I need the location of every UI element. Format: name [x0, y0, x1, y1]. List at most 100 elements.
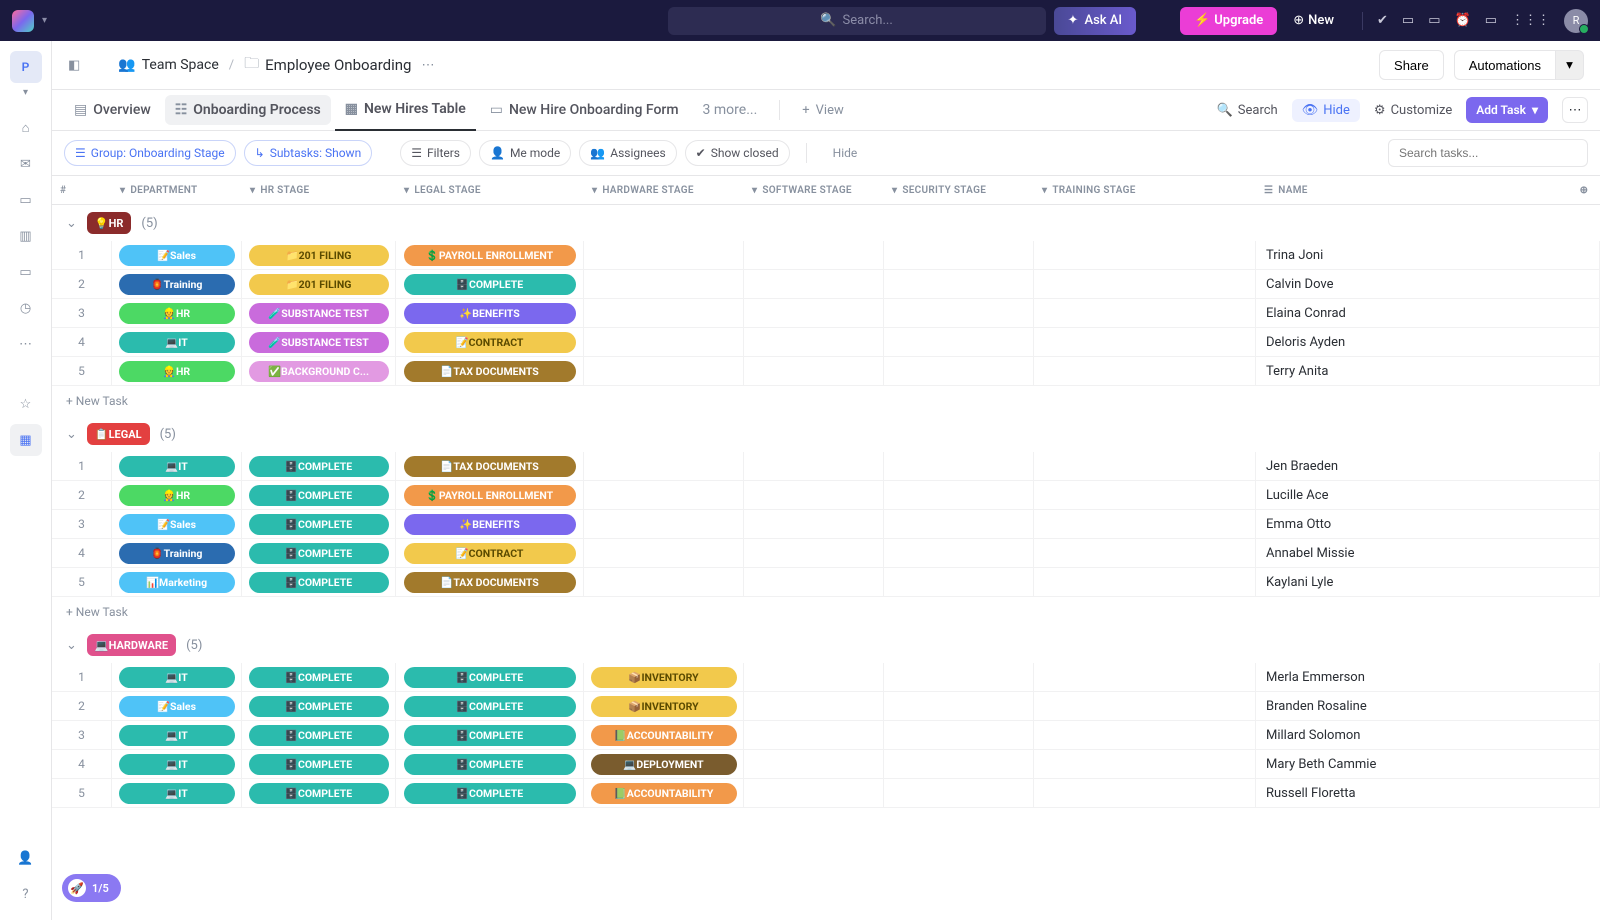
add-task-button[interactable]: Add Task▾ — [1466, 97, 1548, 123]
check-circle-icon[interactable]: ✔ — [1377, 13, 1388, 28]
notepad-icon[interactable]: ▭ — [1485, 13, 1497, 28]
status-pill[interactable]: 💲PAYROLL ENROLLMENT — [404, 245, 576, 266]
status-pill[interactable]: 🗄️COMPLETE — [249, 572, 389, 593]
cell-name[interactable]: Jen Braeden — [1256, 452, 1600, 480]
col-hardware-stage[interactable]: ▾HARDWARE STAGE — [584, 185, 744, 196]
star-icon[interactable]: ☆ — [10, 388, 42, 420]
col-department[interactable]: ▾DEPARTMENT — [112, 185, 242, 196]
clips-icon[interactable]: ▭ — [10, 256, 42, 288]
cell-department[interactable]: 📝Sales — [112, 510, 242, 538]
cell-department[interactable]: 💻IT — [112, 328, 242, 356]
upgrade-button[interactable]: ⚡ Upgrade — [1180, 7, 1277, 35]
chevron-down-icon[interactable]: ⌄ — [66, 427, 77, 442]
cell-hr-stage[interactable]: 📁201 FILING — [242, 241, 396, 269]
status-pill[interactable]: 💻IT — [119, 754, 235, 775]
table-row[interactable]: 2🏮Training📁201 FILING🗄️COMPLETECalvin Do… — [52, 270, 1600, 299]
ask-ai-button[interactable]: ✦ Ask AI — [1054, 7, 1137, 35]
status-pill[interactable]: 🗄️COMPLETE — [249, 696, 389, 717]
view-options-button[interactable]: ⋯ — [1562, 97, 1588, 123]
status-pill[interactable]: 📝Sales — [119, 514, 235, 535]
cell-hr-stage[interactable]: 📁201 FILING — [242, 270, 396, 298]
table-row[interactable]: 2👷HR🗄️COMPLETE💲PAYROLL ENROLLMENTLucille… — [52, 481, 1600, 510]
cell-security-stage[interactable] — [884, 721, 1034, 749]
status-pill[interactable]: 🗄️COMPLETE — [249, 514, 389, 535]
cell-legal-stage[interactable]: 🗄️COMPLETE — [396, 779, 584, 807]
cell-hardware-stage[interactable]: 📗ACCOUNTABILITY — [584, 779, 744, 807]
status-pill[interactable]: 🗄️COMPLETE — [404, 783, 576, 804]
subtasks-chip[interactable]: ↳Subtasks: Shown — [244, 140, 373, 166]
cell-legal-stage[interactable]: ✨BENEFITS — [396, 510, 584, 538]
cell-hardware-stage[interactable] — [584, 481, 744, 509]
cell-training-stage[interactable] — [1034, 663, 1256, 691]
status-pill[interactable]: 🗄️COMPLETE — [404, 274, 576, 295]
cell-legal-stage[interactable]: 📄TAX DOCUMENTS — [396, 357, 584, 385]
cell-security-stage[interactable] — [884, 750, 1034, 778]
search-view-button[interactable]: 🔍Search — [1217, 103, 1278, 118]
cell-name[interactable]: Kaylani Lyle — [1256, 568, 1600, 596]
status-pill[interactable]: 📊Marketing — [119, 572, 235, 593]
status-pill[interactable]: 💻IT — [119, 456, 235, 477]
cell-hardware-stage[interactable] — [584, 270, 744, 298]
status-pill[interactable]: 📦INVENTORY — [591, 667, 737, 688]
cell-department[interactable]: 🏮Training — [112, 539, 242, 567]
cell-security-stage[interactable] — [884, 452, 1034, 480]
cell-hr-stage[interactable]: ✅BACKGROUND C... — [242, 357, 396, 385]
cell-legal-stage[interactable]: 📄TAX DOCUMENTS — [396, 452, 584, 480]
cell-software-stage[interactable] — [744, 779, 884, 807]
status-pill[interactable]: 📝Sales — [119, 696, 235, 717]
status-pill[interactable]: 🗄️COMPLETE — [249, 456, 389, 477]
table-row[interactable]: 4🏮Training🗄️COMPLETE📝CONTRACTAnnabel Mis… — [52, 539, 1600, 568]
cell-training-stage[interactable] — [1034, 481, 1256, 509]
new-task-button[interactable]: + New Task — [52, 597, 1600, 627]
table-row[interactable]: 1📝Sales📁201 FILING💲PAYROLL ENROLLMENTTri… — [52, 241, 1600, 270]
add-view-button[interactable]: +View — [792, 103, 854, 118]
cell-training-stage[interactable] — [1034, 692, 1256, 720]
table-row[interactable]: 3📝Sales🗄️COMPLETE✨BENEFITSEmma Otto — [52, 510, 1600, 539]
cell-department[interactable]: 📝Sales — [112, 241, 242, 269]
cell-hr-stage[interactable]: 🗄️COMPLETE — [242, 452, 396, 480]
spaces-icon[interactable]: ▦ — [10, 424, 42, 456]
cell-legal-stage[interactable]: 🗄️COMPLETE — [396, 692, 584, 720]
cell-name[interactable]: Terry Anita — [1256, 357, 1600, 385]
status-pill[interactable]: ✨BENEFITS — [404, 303, 576, 324]
cell-software-stage[interactable] — [744, 721, 884, 749]
workspace-button[interactable]: P — [10, 51, 42, 83]
cell-hardware-stage[interactable]: 💻DEPLOYMENT — [584, 750, 744, 778]
cell-hardware-stage[interactable] — [584, 568, 744, 596]
cell-training-stage[interactable] — [1034, 270, 1256, 298]
alarm-icon[interactable]: ⏰ — [1455, 13, 1471, 28]
status-pill[interactable]: 💻DEPLOYMENT — [591, 754, 737, 775]
cell-name[interactable]: Trina Joni — [1256, 241, 1600, 269]
cell-security-stage[interactable] — [884, 539, 1034, 567]
status-pill[interactable]: 👷HR — [119, 485, 235, 506]
status-pill[interactable]: 📝Sales — [119, 245, 235, 266]
cell-training-stage[interactable] — [1034, 328, 1256, 356]
cell-hardware-stage[interactable] — [584, 452, 744, 480]
status-pill[interactable]: 🧪SUBSTANCE TEST — [249, 303, 389, 324]
cell-name[interactable]: Mary Beth Cammie — [1256, 750, 1600, 778]
table-row[interactable]: 1💻IT🗄️COMPLETE🗄️COMPLETE📦INVENTORYMerla … — [52, 663, 1600, 692]
cell-department[interactable]: 👷HR — [112, 299, 242, 327]
cell-name[interactable]: Annabel Missie — [1256, 539, 1600, 567]
chevron-down-icon[interactable]: ▾ — [23, 87, 28, 98]
sidebar-toggle-icon[interactable]: ◧ — [68, 58, 80, 73]
cell-department[interactable]: 💻IT — [112, 452, 242, 480]
me-mode-chip[interactable]: 👤Me mode — [479, 140, 571, 166]
cell-training-stage[interactable] — [1034, 750, 1256, 778]
status-pill[interactable]: 📝CONTRACT — [404, 332, 576, 353]
cell-software-stage[interactable] — [744, 270, 884, 298]
col-legal-stage[interactable]: ▾LEGAL STAGE — [396, 185, 584, 196]
cell-security-stage[interactable] — [884, 328, 1034, 356]
breadcrumb-space[interactable]: 👥 Team Space — [118, 57, 218, 73]
help-icon[interactable]: ? — [10, 878, 42, 910]
col-software-stage[interactable]: ▾SOFTWARE STAGE — [744, 185, 884, 196]
cell-security-stage[interactable] — [884, 510, 1034, 538]
cell-legal-stage[interactable]: 💲PAYROLL ENROLLMENT — [396, 241, 584, 269]
cell-software-stage[interactable] — [744, 692, 884, 720]
table-row[interactable]: 4💻IT🧪SUBSTANCE TEST📝CONTRACTDeloris Ayde… — [52, 328, 1600, 357]
table-row[interactable]: 3👷HR🧪SUBSTANCE TEST✨BENEFITSElaina Conra… — [52, 299, 1600, 328]
cell-hardware-stage[interactable]: 📦INVENTORY — [584, 692, 744, 720]
cell-training-stage[interactable] — [1034, 241, 1256, 269]
status-pill[interactable]: 🗄️COMPLETE — [249, 754, 389, 775]
cell-training-stage[interactable] — [1034, 357, 1256, 385]
